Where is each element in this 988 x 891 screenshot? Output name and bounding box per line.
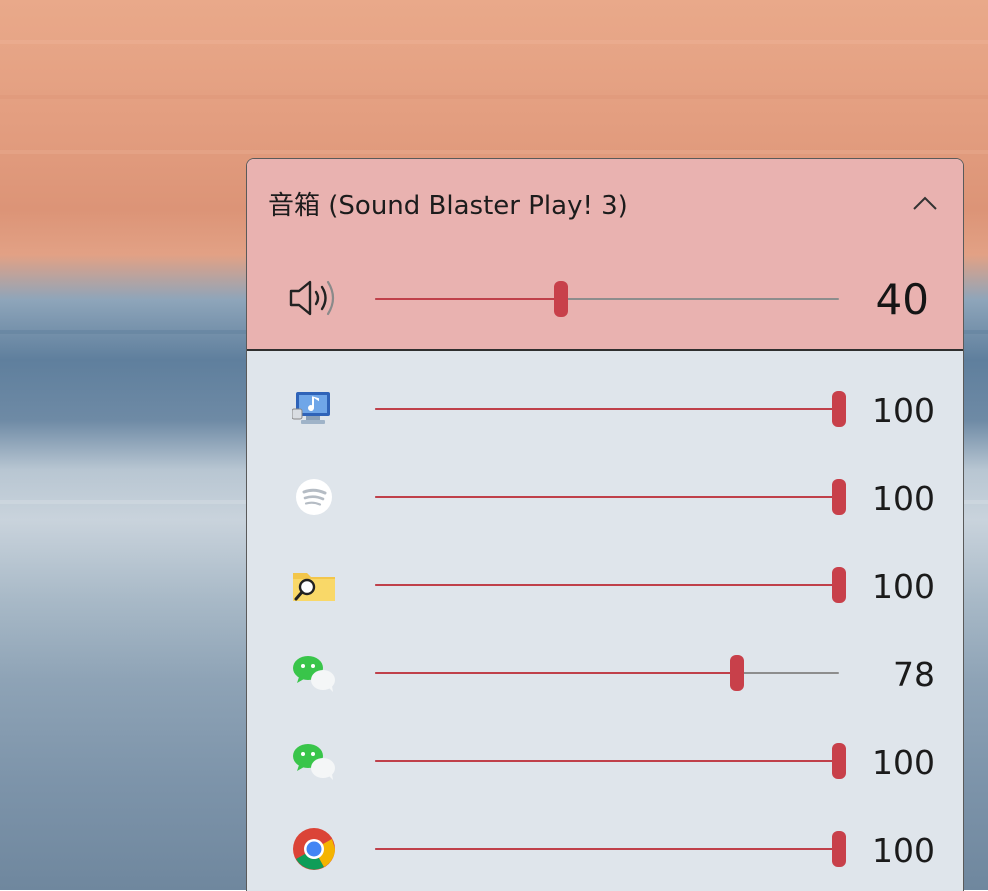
chrome-icon (291, 826, 337, 872)
app-volume-fill (375, 496, 839, 498)
system-sounds-icon (291, 386, 337, 432)
app-volume-slider[interactable] (375, 567, 846, 603)
collapse-button[interactable] (907, 185, 943, 221)
app-volume-slider[interactable] (375, 391, 846, 427)
master-volume-value: 40 (875, 275, 929, 324)
spotify-icon (291, 474, 337, 520)
app-row-system-sounds: 100 (247, 365, 963, 453)
master-volume-slider[interactable] (375, 281, 839, 317)
app-volume-fill (375, 848, 839, 850)
app-volume-fill (375, 584, 839, 586)
app-volume-value: 100 (872, 743, 935, 782)
volume-mixer-flyout: 音箱 (Sound Blaster Play! 3) 40 100 100 10… (246, 158, 964, 891)
folder-search-icon (291, 562, 337, 608)
master-volume-fill (375, 298, 561, 300)
app-volume-slider[interactable] (375, 655, 839, 691)
speaker-volume-icon[interactable] (287, 276, 341, 320)
app-volume-thumb[interactable] (729, 655, 744, 691)
app-volume-value: 100 (872, 479, 935, 518)
wechat-icon (291, 738, 337, 784)
app-volume-slider[interactable] (375, 831, 846, 867)
app-row-chrome: 100 (247, 805, 963, 891)
app-volume-slider[interactable] (375, 479, 846, 515)
app-volume-fill (375, 760, 839, 762)
app-volume-fill (375, 408, 839, 410)
wallpaper-streak (0, 95, 988, 99)
wallpaper-streak (0, 40, 988, 44)
app-row-spotify: 100 (247, 453, 963, 541)
app-volume-value: 100 (872, 831, 935, 870)
app-volume-value: 100 (872, 391, 935, 430)
app-volume-fill (375, 672, 737, 674)
master-volume-thumb[interactable] (553, 281, 568, 317)
wechat-icon (291, 650, 337, 696)
chevron-up-icon (913, 196, 937, 210)
wallpaper-streak (0, 150, 988, 154)
app-row-file-explorer-search: 100 (247, 541, 963, 629)
app-row-wechat: 78 (247, 629, 963, 717)
device-title: 音箱 (Sound Blaster Play! 3) (268, 191, 628, 221)
app-volume-value: 78 (893, 655, 935, 694)
app-volume-slider[interactable] (375, 743, 846, 779)
app-volume-value: 100 (872, 567, 935, 606)
app-row-wechat-2: 100 (247, 717, 963, 805)
output-device-section: 音箱 (Sound Blaster Play! 3) 40 (247, 159, 963, 351)
